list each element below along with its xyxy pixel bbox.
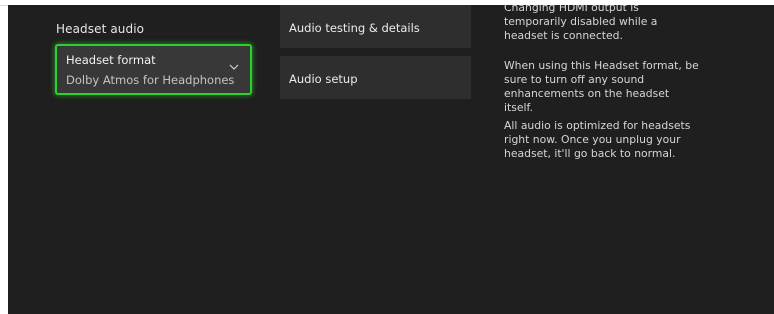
info-paragraph-optimized: All audio is optimized for headsets righ… [504, 119, 691, 160]
headset-format-title: Headset format [66, 53, 156, 67]
audio-testing-button[interactable]: Audio testing & details [280, 5, 471, 48]
section-heading: Headset audio [56, 22, 145, 36]
audio-setup-label: Audio setup [289, 72, 358, 86]
info-paragraph-hdmi: Changing HDMI output is temporarily disa… [504, 5, 658, 42]
audio-testing-label: Audio testing & details [289, 21, 420, 35]
headset-format-dropdown[interactable]: Headset format Dolby Atmos for Headphone… [55, 44, 252, 95]
headset-format-value: Dolby Atmos for Headphones [66, 73, 235, 87]
audio-setup-button[interactable]: Audio setup [280, 56, 471, 99]
chevron-down-icon [229, 64, 239, 70]
info-paragraph-enhancements: When using this Headset format, be sure … [504, 59, 699, 114]
audio-settings-screen: Headset audio Headset format Dolby Atmos… [8, 5, 774, 314]
